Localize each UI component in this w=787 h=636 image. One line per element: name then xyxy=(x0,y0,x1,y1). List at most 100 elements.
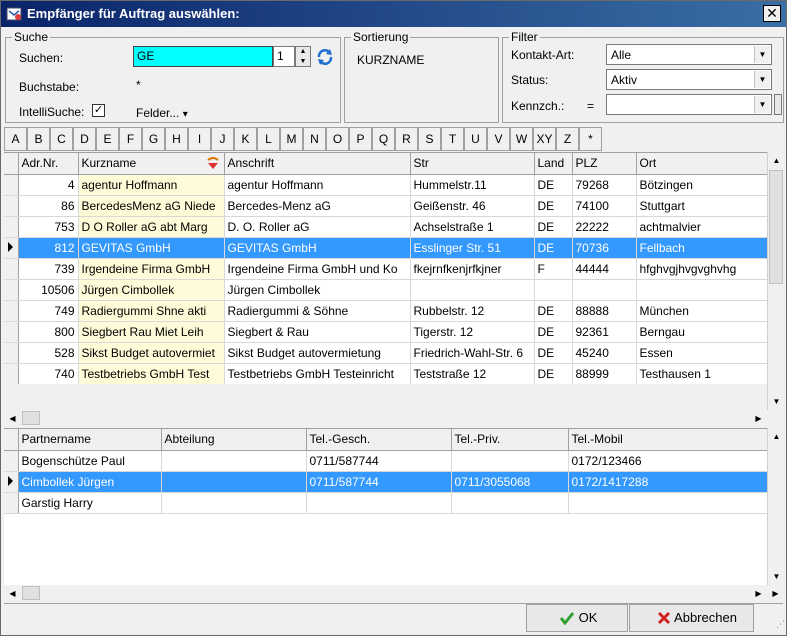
table-row[interactable]: 800 Siegbert Rau Miet Leih Siegbert & Rau T… xyxy=(4,321,767,343)
letter-tab-a[interactable]: A xyxy=(4,127,27,151)
address-vscrollbar[interactable]: ▲ ▼ xyxy=(767,152,785,410)
letter-tab-m[interactable]: M xyxy=(280,127,303,151)
felder-button[interactable]: Felder... ▾ xyxy=(136,106,188,120)
letter-tab-v[interactable]: V xyxy=(487,127,510,151)
table-row[interactable]: 10506 Jürgen Cimbollek Jürgen Cimbollek xyxy=(4,279,767,301)
status-select[interactable]: Aktiv ▼ xyxy=(606,69,772,90)
letter-tab-i[interactable]: I xyxy=(188,127,211,151)
col-header-partnername[interactable]: Partnername xyxy=(18,429,162,451)
row-indicator xyxy=(4,216,19,238)
search-input[interactable]: GE xyxy=(133,46,273,67)
col-header-plz[interactable]: PLZ xyxy=(572,153,637,175)
row-indicator xyxy=(4,342,19,364)
group-sortierung-title: Sortierung xyxy=(351,30,411,44)
kontakt-art-select[interactable]: Alle ▼ xyxy=(606,44,772,65)
letter-tab-b[interactable]: B xyxy=(27,127,50,151)
kennzch-select[interactable]: ▼ xyxy=(606,94,772,115)
address-hscrollbar[interactable]: ◀ ▶ xyxy=(4,410,767,427)
table-row[interactable]: 740 Testbetriebs GmbH Test Testbetriebs Gm… xyxy=(4,363,767,384)
cell-kurz: D O Roller aG abt Marg xyxy=(78,216,225,238)
table-row[interactable]: 749 Radiergummi Shne akti Radiergummi & Sö… xyxy=(4,300,767,322)
table-row[interactable]: 86 BercedesMenz aG Niede Bercedes-Menz aG G… xyxy=(4,195,767,217)
letter-tab-d[interactable]: D xyxy=(73,127,96,151)
scroll-up-icon[interactable]: ▲ xyxy=(768,428,785,445)
cell-ort: Stuttgart xyxy=(636,195,767,217)
partner-hscrollbar[interactable]: ◀ ▶ xyxy=(4,585,767,602)
cancel-button[interactable]: Abbrechen xyxy=(629,604,754,632)
cell-priv: 0711/3055068 xyxy=(451,471,569,493)
table-row[interactable]: Garstig Harry xyxy=(4,492,767,514)
scroll-thumb[interactable] xyxy=(769,170,783,284)
scroll-left-icon[interactable]: ◀ xyxy=(4,585,21,602)
table-row[interactable]: Bogenschütze Paul 0711/587744 0172/123466 xyxy=(4,450,767,472)
letter-tab-w[interactable]: W xyxy=(510,127,533,151)
letter-tab-s[interactable]: S xyxy=(418,127,441,151)
resize-grip[interactable]: ⋰ xyxy=(771,619,785,633)
scroll-thumb[interactable] xyxy=(22,586,40,600)
letter-tab-c[interactable]: C xyxy=(50,127,73,151)
col-header-adrnr[interactable]: Adr.Nr. xyxy=(18,153,79,175)
scroll-right-icon[interactable]: ▶ xyxy=(750,585,767,602)
refresh-icon[interactable] xyxy=(316,48,334,66)
letter-tab-r[interactable]: R xyxy=(395,127,418,151)
scroll-down-icon[interactable]: ▼ xyxy=(768,393,785,410)
col-header-tel-gesch[interactable]: Tel.-Gesch. xyxy=(306,429,452,451)
letter-tab-e[interactable]: E xyxy=(96,127,119,151)
letter-tab-f[interactable]: F xyxy=(119,127,142,151)
row-indicator-header xyxy=(4,429,19,451)
kennzch-operator: = xyxy=(587,99,595,113)
letter-tab-xy[interactable]: XY xyxy=(533,127,556,151)
cell-ort: Fellbach xyxy=(636,237,767,259)
letter-tab-j[interactable]: J xyxy=(211,127,234,151)
spin-input[interactable]: 1 xyxy=(273,46,295,67)
cell-kurz: Irgendeine Firma GmbH xyxy=(78,258,225,280)
ok-button[interactable]: OK xyxy=(526,604,628,632)
col-header-tel-priv[interactable]: Tel.-Priv. xyxy=(451,429,569,451)
table-row[interactable]: 739 Irgendeine Firma GmbH Irgendeine Firma… xyxy=(4,258,767,280)
col-header-ort[interactable]: Ort xyxy=(636,153,767,175)
status-value: Aktiv xyxy=(611,73,638,87)
cell-anschrift: Radiergummi & Söhne xyxy=(224,300,411,322)
table-row[interactable]: 528 Sikst Budget autovermiet Sikst Budget … xyxy=(4,342,767,364)
table-row[interactable]: Cimbollek Jürgen 0711/587744 0711/3055068 0… xyxy=(4,471,767,493)
partner-vscrollbar[interactable]: ▲ ▼ xyxy=(767,428,785,585)
row-indicator xyxy=(4,363,19,384)
letter-tab-t[interactable]: T xyxy=(441,127,464,151)
table-row[interactable]: 753 D O Roller aG abt Marg D. O. Roller aG… xyxy=(4,216,767,238)
col-header-str[interactable]: Str xyxy=(410,153,535,175)
scroll-down-icon[interactable]: ▼ xyxy=(768,568,785,585)
letter-tab-o[interactable]: O xyxy=(326,127,349,151)
table-row[interactable]: 4 agentur Hoffmann agentur Hoffmann Hummels… xyxy=(4,174,767,196)
intellisuche-checkbox[interactable]: ✓ xyxy=(92,104,105,117)
col-header-kurzname[interactable]: Kurzname xyxy=(78,153,225,175)
letter-tab-h[interactable]: H xyxy=(165,127,188,151)
group-suche: Suche Suchen: GE 1 ▲ ▼ Buchstabe: * Intel… xyxy=(5,30,341,123)
letter-tab-n[interactable]: N xyxy=(303,127,326,151)
col-header-abteilung[interactable]: Abteilung xyxy=(161,429,307,451)
kennzch-label: Kennzch.: xyxy=(511,99,565,113)
letter-tabs: A B C D E F G H I J K L M N O P Q R S T U V W XY Z * xyxy=(4,127,602,151)
table-row[interactable]: 812 GEVITAS GmbH GEVITAS GmbH Esslinger Str… xyxy=(4,237,767,259)
letter-tab-p[interactable]: P xyxy=(349,127,372,151)
scroll-right-icon[interactable]: ▶ xyxy=(750,410,767,427)
letter-tab-k[interactable]: K xyxy=(234,127,257,151)
letter-tab-g[interactable]: G xyxy=(142,127,165,151)
kennzch-extra-button[interactable] xyxy=(774,94,782,115)
scroll-right-end-icon[interactable]: ▶ xyxy=(767,585,784,602)
letter-tab-l[interactable]: L xyxy=(257,127,280,151)
col-header-anschrift[interactable]: Anschrift xyxy=(224,153,411,175)
scroll-up-icon[interactable]: ▲ xyxy=(768,152,785,169)
letter-tab-z[interactable]: Z xyxy=(556,127,579,151)
row-indicator xyxy=(4,321,19,343)
cell-name: Cimbollek Jürgen xyxy=(18,471,162,493)
spin-buttons[interactable]: ▲ ▼ xyxy=(295,46,311,67)
close-button[interactable]: ✕ xyxy=(763,5,781,22)
scroll-left-icon[interactable]: ◀ xyxy=(4,410,21,427)
col-header-tel-mobil[interactable]: Tel.-Mobil xyxy=(568,429,767,451)
letter-tab-all[interactable]: * xyxy=(579,127,602,151)
scroll-thumb[interactable] xyxy=(22,411,40,425)
group-filter-title: Filter xyxy=(509,30,540,44)
letter-tab-q[interactable]: Q xyxy=(372,127,395,151)
col-header-land[interactable]: Land xyxy=(534,153,573,175)
letter-tab-u[interactable]: U xyxy=(464,127,487,151)
